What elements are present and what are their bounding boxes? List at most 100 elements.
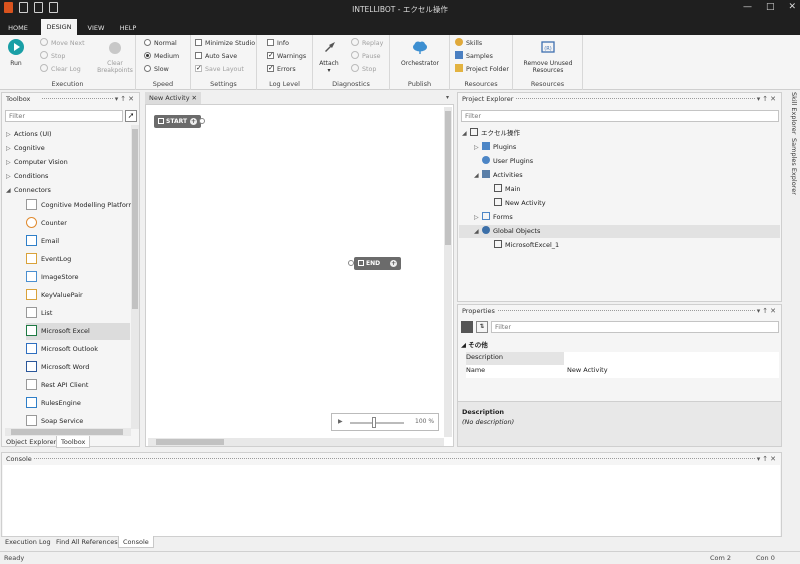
scroll-thumb[interactable] xyxy=(132,129,138,309)
tool-microsoft-outlook[interactable]: Microsoft Outlook xyxy=(26,341,130,358)
console-output[interactable] xyxy=(3,465,780,536)
save-layout-checkbox[interactable]: Save Layout xyxy=(195,64,244,75)
pause-button[interactable]: Pause xyxy=(351,51,381,62)
tool-imagestore[interactable]: ImageStore xyxy=(26,269,130,286)
excel-object-node[interactable]: MicrosoftExcel_1 xyxy=(494,238,559,252)
remove-unused-resources-button[interactable]: (R) Remove Unused Resources xyxy=(517,39,579,74)
add-icon[interactable]: + xyxy=(390,260,398,267)
category-connectors[interactable]: ◢ Connectors xyxy=(6,183,51,197)
clear-breakpoints-button[interactable]: Clear Breakpoints xyxy=(96,39,134,74)
diag-stop-button[interactable]: Stop xyxy=(351,64,376,75)
pick-element-icon[interactable]: ➚ xyxy=(125,110,137,122)
tool-list[interactable]: List xyxy=(26,305,130,322)
warnings-label: Warnings xyxy=(277,53,307,60)
tool-email[interactable]: Email xyxy=(26,233,130,250)
properties-panel-buttons[interactable]: ▾↑✕ xyxy=(757,305,778,317)
start-output-port[interactable] xyxy=(199,118,205,124)
toolbox-hscroll[interactable] xyxy=(5,428,131,436)
forms-node[interactable]: ▷ Forms xyxy=(474,210,513,224)
stop-button[interactable]: Stop xyxy=(40,51,65,62)
plugins-node[interactable]: ▷ Plugins xyxy=(474,140,516,154)
clear-log-button[interactable]: Clear Log xyxy=(40,64,81,75)
tab-help[interactable]: HELP xyxy=(114,21,142,35)
project-folder-button[interactable]: Project Folder xyxy=(455,64,509,75)
side-tab-skill-explorer[interactable]: Skill Explorer xyxy=(784,92,798,134)
excel-object-label: MicrosoftExcel_1 xyxy=(505,241,560,249)
activities-node[interactable]: ◢ Activities xyxy=(474,168,523,182)
category-conditions[interactable]: ▷ Conditions xyxy=(6,169,48,183)
canvas-hscroll[interactable] xyxy=(148,438,444,446)
project-root[interactable]: ◢ エクセル操作 xyxy=(462,126,520,140)
samples-button[interactable]: Samples xyxy=(455,51,493,62)
tool-microsoft-excel[interactable]: Microsoft Excel xyxy=(26,323,130,340)
tab-dropdown-icon[interactable]: ▾ xyxy=(446,94,449,101)
tool-eventlog[interactable]: EventLog xyxy=(26,251,130,268)
categorized-icon[interactable] xyxy=(461,321,473,333)
run-button[interactable]: Run xyxy=(4,39,28,67)
attach-button[interactable]: Attach ▾ xyxy=(317,39,341,74)
zoom-slider-thumb[interactable] xyxy=(372,417,376,428)
canvas-vscroll[interactable] xyxy=(444,107,452,437)
category-actions-ui[interactable]: ▷ Actions (UI) xyxy=(6,127,52,141)
scroll-thumb[interactable] xyxy=(445,111,451,245)
minimize-icon[interactable]: — xyxy=(743,2,752,12)
project-explorer-panel-buttons[interactable]: ▾↑✕ xyxy=(757,93,778,105)
tab-close-icon[interactable]: ✕ xyxy=(192,92,197,104)
property-group[interactable]: ◢ その他 xyxy=(461,339,488,349)
user-plugins-node[interactable]: User Plugins xyxy=(482,154,533,168)
project-filter-input[interactable] xyxy=(461,110,779,122)
end-node[interactable]: END + xyxy=(354,257,402,270)
scroll-thumb[interactable] xyxy=(156,439,224,445)
tool-keyvaluepair[interactable]: KeyValuePair xyxy=(26,287,130,304)
scroll-thumb[interactable] xyxy=(11,429,123,435)
orchestrator-button[interactable]: Orchestrator xyxy=(396,39,444,67)
replay-button[interactable]: Replay xyxy=(351,38,383,49)
tab-view[interactable]: VIEW xyxy=(82,21,110,35)
tool-counter[interactable]: Counter xyxy=(26,215,130,232)
tab-object-explorer[interactable]: Object Explorer xyxy=(2,436,60,448)
properties-filter-input[interactable] xyxy=(491,321,779,333)
category-computer-vision[interactable]: ▷ Computer Vision xyxy=(6,155,68,169)
console-panel-buttons[interactable]: ▾↑✕ xyxy=(757,453,778,465)
warnings-checkbox[interactable]: Warnings xyxy=(267,51,306,62)
tab-execution-log[interactable]: Execution Log xyxy=(1,536,55,548)
errors-checkbox[interactable]: Errors xyxy=(267,64,296,75)
toolbox-panel-buttons[interactable]: ▾↑✕ xyxy=(115,93,136,105)
toolbox-filter-input[interactable] xyxy=(5,110,123,122)
tab-home[interactable]: HOME xyxy=(4,21,32,35)
tool-microsoft-word[interactable]: Microsoft Word xyxy=(26,359,130,376)
toolbox-vscroll[interactable] xyxy=(131,125,139,429)
speed-medium-radio[interactable]: Medium xyxy=(144,51,179,62)
tab-design[interactable]: DESIGN xyxy=(41,19,77,35)
add-icon[interactable]: + xyxy=(190,118,198,125)
sort-az-icon[interactable]: ⇅ xyxy=(476,321,488,333)
tab-console[interactable]: Console xyxy=(118,536,154,548)
global-objects-node[interactable]: ◢ Global Objects xyxy=(474,224,540,238)
property-value-name[interactable]: New Activity xyxy=(567,364,608,377)
play-zoom-icon[interactable]: ▶ xyxy=(338,418,343,425)
minimize-studio-checkbox[interactable]: Minimize Studio xyxy=(195,38,255,49)
move-next-button[interactable]: Move Next xyxy=(40,38,85,49)
activity-main[interactable]: Main xyxy=(494,182,521,196)
tool-rulesengine[interactable]: RulesEngine xyxy=(26,395,130,412)
speed-slow-radio[interactable]: Slow xyxy=(144,64,169,75)
tool-cognitive-modelling-platform[interactable]: Cognitive Modelling Platform xyxy=(26,197,135,214)
info-checkbox[interactable]: Info xyxy=(267,38,289,49)
editor-tab[interactable]: New Activity ✕ xyxy=(145,92,201,104)
tool-rest-api-client[interactable]: Rest API Client xyxy=(26,377,130,394)
tab-toolbox[interactable]: Toolbox xyxy=(56,436,91,448)
activity-new-activity[interactable]: New Activity xyxy=(494,196,546,210)
tool-label: EventLog xyxy=(41,255,72,263)
tab-find-all-references[interactable]: Find All References xyxy=(52,536,122,548)
skills-button[interactable]: Skills xyxy=(455,38,482,49)
maximize-icon[interactable]: □ xyxy=(766,2,775,12)
speed-normal-radio[interactable]: Normal xyxy=(144,38,177,49)
auto-save-checkbox[interactable]: Auto Save xyxy=(195,51,237,62)
workflow-canvas[interactable]: START + END + xyxy=(145,104,454,447)
start-node[interactable]: START + xyxy=(154,115,202,128)
category-cognitive[interactable]: ▷ Cognitive xyxy=(6,141,45,155)
close-icon[interactable]: ✕ xyxy=(788,2,796,12)
property-value-description[interactable] xyxy=(567,351,777,364)
zoom-slider[interactable] xyxy=(350,422,404,424)
side-tab-samples-explorer[interactable]: Samples Explorer xyxy=(784,138,798,195)
